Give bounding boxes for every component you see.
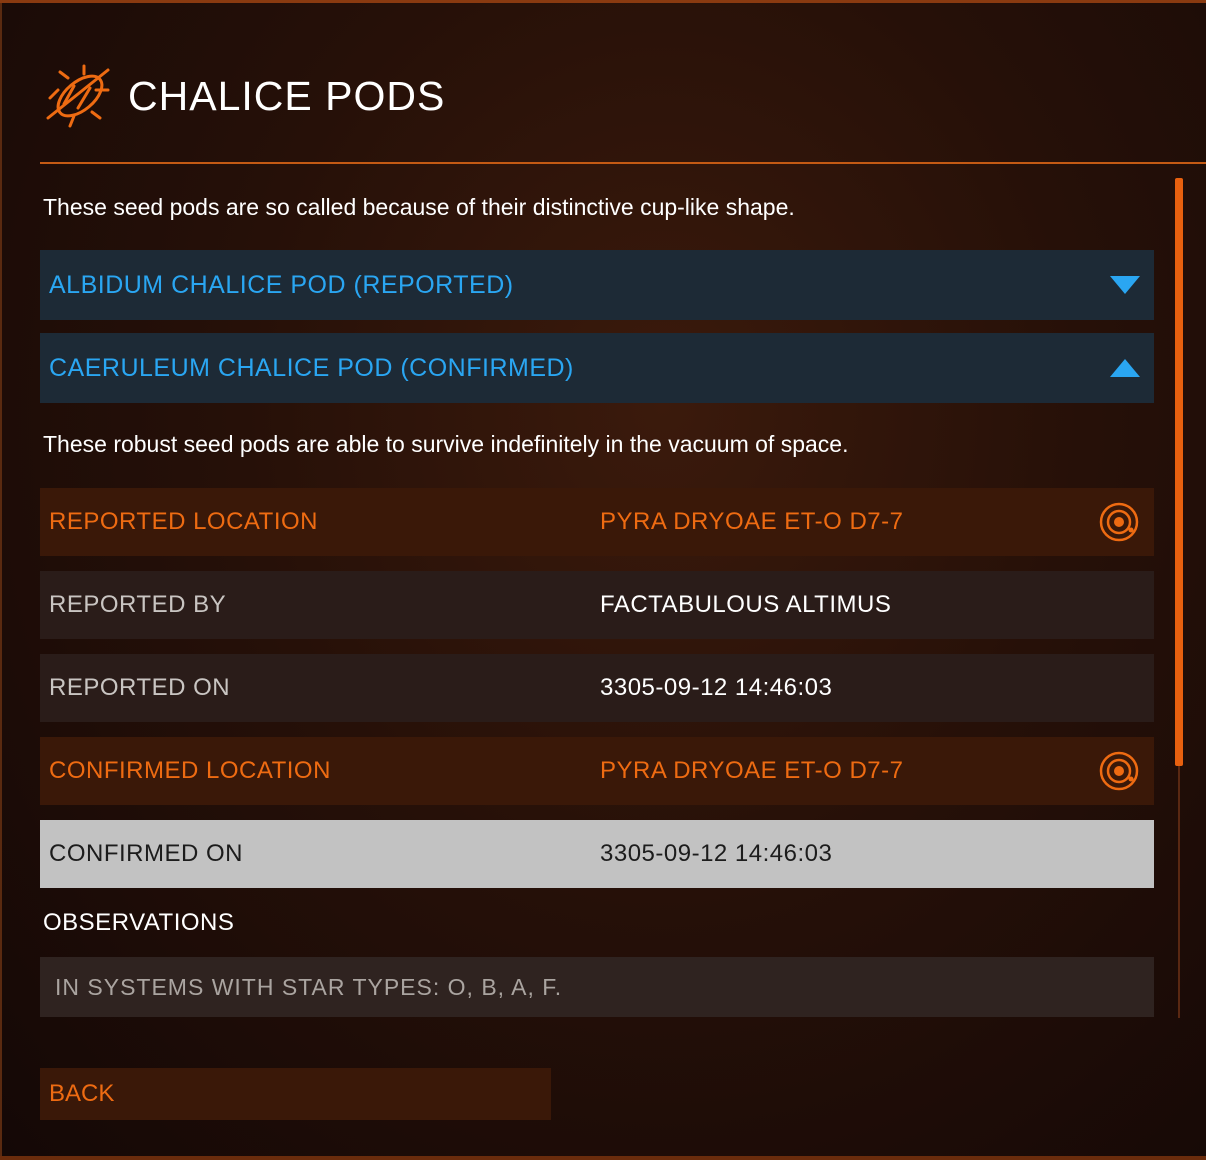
top-border [0, 0, 1206, 3]
chevron-up-icon [1110, 359, 1140, 377]
bottom-border [0, 1156, 1206, 1160]
row-key: CONFIRMED ON [49, 840, 243, 867]
row-value: PYRA DRYOAE ET-O D7-7 [600, 757, 904, 784]
header-divider [40, 162, 1206, 164]
accordion-label: ALBIDUM CHALICE POD (REPORTED) [49, 270, 514, 299]
reported-location-row[interactable]: REPORTED LOCATION PYRA DRYOAE ET-O D7-7 [40, 488, 1154, 556]
confirmed-on-row[interactable]: CONFIRMED ON 3305-09-12 14:46:03 [40, 820, 1154, 888]
intro-text: These seed pods are so called because of… [43, 194, 795, 220]
row-key: CONFIRMED LOCATION [49, 757, 331, 784]
chalice-pod-icon [46, 64, 110, 128]
target-icon[interactable] [1098, 750, 1140, 792]
row-value: 3305-09-12 14:46:03 [600, 840, 833, 867]
row-value: PYRA DRYOAE ET-O D7-7 [600, 508, 904, 535]
row-value: FACTABULOUS ALTIMUS [600, 591, 892, 618]
row-key: REPORTED LOCATION [49, 508, 318, 535]
observations-text: IN SYSTEMS WITH STAR TYPES: O, B, A, F. [40, 957, 1154, 1017]
accordion-caeruleum-chalice-pod[interactable]: CAERULEUM CHALICE POD (CONFIRMED) [40, 333, 1154, 403]
row-key: REPORTED BY [49, 591, 227, 618]
accordion-albidum-chalice-pod[interactable]: ALBIDUM CHALICE POD (REPORTED) [40, 250, 1154, 320]
back-button[interactable]: BACK [40, 1068, 551, 1120]
row-value: 3305-09-12 14:46:03 [600, 674, 833, 701]
page-title: CHALICE PODS [128, 72, 446, 119]
confirmed-location-row[interactable]: CONFIRMED LOCATION PYRA DRYOAE ET-O D7-7 [40, 737, 1154, 805]
chevron-down-icon [1110, 276, 1140, 294]
reported-by-row[interactable]: REPORTED BY FACTABULOUS ALTIMUS [40, 571, 1154, 639]
species-description: These robust seed pods are able to survi… [43, 431, 849, 457]
scrollbar-thumb[interactable] [1175, 178, 1183, 766]
accordion-label: CAERULEUM CHALICE POD (CONFIRMED) [49, 353, 574, 382]
target-icon[interactable] [1098, 501, 1140, 543]
observations-heading: OBSERVATIONS [43, 909, 235, 936]
header: CHALICE PODS [44, 60, 445, 132]
reported-on-row[interactable]: REPORTED ON 3305-09-12 14:46:03 [40, 654, 1154, 722]
row-key: REPORTED ON [49, 674, 231, 701]
